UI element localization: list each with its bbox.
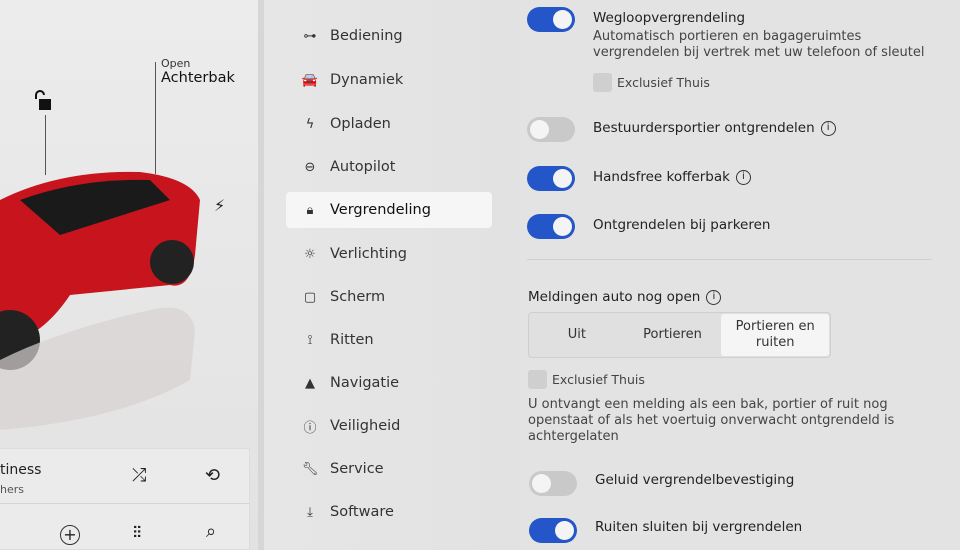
close-windows-label: Ruiten sluiten bij vergrendelen — [595, 519, 803, 535]
option-portieren[interactable]: Portieren — [625, 313, 721, 357]
walkaway-desc-line: vergrendelen bij vertrek met uw telefoon… — [593, 45, 925, 60]
toggle-icon: ⊶ — [303, 28, 317, 44]
shuffle-icon[interactable]: ⤮ — [132, 465, 146, 486]
download-icon: ⤓ — [307, 504, 313, 520]
safety-icon: ⓘ — [303, 420, 317, 436]
display-icon: ▢ — [303, 289, 317, 305]
navigation-icon: ▲ — [305, 375, 315, 391]
walkaway-lock-toggle[interactable] — [527, 7, 575, 32]
menu-item-service[interactable]: 🔧︎ Service — [286, 451, 492, 487]
menu-label: Dynamiek — [330, 72, 404, 88]
settings-menu: ⊶ Bediening 🚘 Dynamiek ϟ Opladen ⊖ Autopilot… — [264, 0, 520, 550]
menu-label: Navigatie — [330, 375, 400, 391]
car-icon: 🚘 — [301, 72, 319, 88]
menu-item-software[interactable]: ⤓ Software — [286, 494, 492, 530]
park-unlock-toggle[interactable] — [527, 214, 575, 239]
menu-label: Autopilot — [330, 159, 396, 175]
menu-item-vergrendeling[interactable]: 🔒︎ Vergrendeling — [286, 192, 492, 228]
open-alert-desc-line: openstaat of als het voertuig onverwacht… — [528, 413, 895, 428]
walkaway-exclude-home-checkbox[interactable] — [593, 73, 612, 92]
open-alert-desc-line: U ontvangt een melding als een bak, port… — [528, 397, 888, 412]
repeat-icon[interactable]: ⟲ — [205, 465, 220, 486]
driver-door-unlock-toggle[interactable] — [527, 117, 575, 142]
park-unlock-label: Ontgrendelen bij parkeren — [593, 217, 771, 233]
option-portieren-en-ruiten[interactable]: Portieren en ruiten — [721, 314, 830, 356]
menu-label: Ritten — [330, 332, 374, 348]
menu-item-veiligheid[interactable]: ⓘ Veiligheid — [286, 408, 492, 444]
add-icon[interactable]: + — [60, 525, 80, 545]
menu-item-ritten[interactable]: ⟟ Ritten — [286, 322, 492, 358]
media-player: tiness hers ⤮ ⟲ + ⫶⫶ ⌕ — [0, 448, 250, 550]
menu-item-dynamiek[interactable]: 🚘 Dynamiek — [286, 62, 492, 98]
steering-wheel-icon: ⊖ — [304, 159, 316, 175]
lock-sound-toggle[interactable] — [529, 471, 577, 496]
driver-door-unlock-label: Bestuurdersportier ontgrendelen — [593, 120, 815, 136]
option-uit[interactable]: Uit — [529, 313, 625, 357]
handsfree-trunk-label: Handsfree kofferbak — [593, 169, 730, 185]
search-icon[interactable]: ⌕ — [206, 521, 216, 542]
menu-label: Veiligheid — [330, 418, 401, 434]
track-artist: hers — [0, 483, 24, 496]
menu-item-scherm[interactable]: ▢ Scherm — [286, 279, 492, 315]
info-icon[interactable]: i — [820, 120, 836, 136]
lock-settings: Wegloopvergrendeling Automatisch portier… — [520, 0, 960, 550]
menu-item-opladen[interactable]: ϟ Opladen — [286, 106, 492, 142]
walkaway-desc-line: Automatisch portieren en bagageruimtes — [593, 29, 862, 44]
exclude-home-label: Exclusief Thuis — [552, 372, 645, 387]
car-image — [0, 171, 200, 430]
menu-label: Opladen — [330, 116, 391, 132]
close-windows-toggle[interactable] — [529, 518, 577, 543]
menu-item-verlichting[interactable]: ☼ Verlichting — [286, 236, 492, 272]
bolt-icon: ϟ — [305, 116, 315, 132]
menu-item-autopilot[interactable]: ⊖ Autopilot — [286, 149, 492, 185]
exclude-home-label: Exclusief Thuis — [617, 75, 710, 90]
handsfree-trunk-toggle[interactable] — [527, 166, 575, 191]
menu-label: Software — [330, 504, 394, 520]
wrench-icon: 🔧︎ — [301, 461, 319, 477]
trips-icon: ⟟ — [307, 332, 313, 348]
menu-label: Service — [330, 461, 384, 477]
open-alert-desc-line: achtergelaten — [528, 429, 619, 444]
divider — [527, 259, 932, 260]
walkaway-lock-label: Wegloopvergrendeling — [593, 10, 746, 26]
open-alert-selector: Uit Portieren Portieren en ruiten — [528, 312, 831, 358]
info-icon[interactable]: i — [706, 289, 722, 305]
menu-label: Scherm — [330, 289, 386, 305]
lock-icon: 🔒︎ — [306, 202, 314, 218]
info-icon[interactable]: i — [735, 169, 751, 185]
menu-label: Bediening — [330, 28, 403, 44]
sun-icon: ☼ — [304, 246, 316, 262]
open-alert-exclude-home-checkbox[interactable] — [528, 370, 547, 389]
menu-label: Verlichting — [330, 246, 408, 262]
menu-item-bediening[interactable]: ⊶ Bediening — [286, 18, 492, 54]
menu-label: Vergrendeling — [330, 202, 431, 218]
equalizer-icon[interactable]: ⫶⫶ — [133, 523, 141, 543]
open-alert-label: Meldingen auto nog open — [528, 289, 701, 305]
lock-sound-label: Geluid vergrendelbevestiging — [595, 472, 795, 488]
track-title: tiness — [0, 462, 42, 478]
vehicle-panel: Open Achterbak ⚡ tiness hers ⤮ ⟲ + ⫶⫶ ⌕ — [0, 0, 258, 550]
menu-item-navigatie[interactable]: ▲ Navigatie — [286, 365, 492, 401]
